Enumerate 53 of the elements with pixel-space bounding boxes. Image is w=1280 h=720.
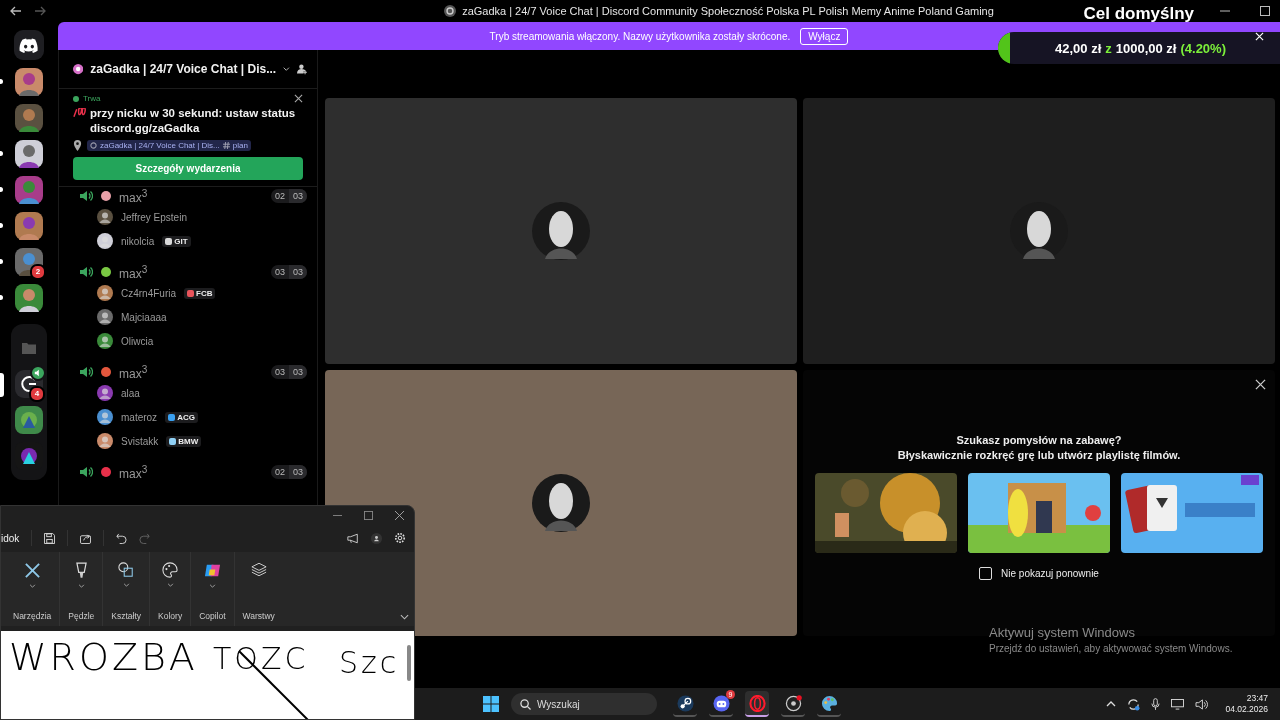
checkbox-label[interactable]: Nie pokazuj ponownie xyxy=(1001,568,1099,579)
goal-amount: 42,00 zł xyxy=(1055,40,1102,56)
notification-badge: 4 xyxy=(29,386,45,402)
member-name[interactable]: nikolcia xyxy=(121,235,155,247)
tag-label: BMW xyxy=(178,436,199,446)
group-label: Copilot xyxy=(199,611,226,621)
member-name[interactable]: Jeffrey Epstein xyxy=(121,211,187,223)
notification-badge: 2 xyxy=(30,264,46,280)
member-name[interactable]: alaa xyxy=(121,387,140,399)
tag-label: FCB xyxy=(196,288,213,298)
handwritten-text: WROZBA xyxy=(9,635,198,679)
search-field[interactable]: Wyszukaj xyxy=(511,693,657,715)
group-label: Warstwy xyxy=(242,611,275,621)
member-name[interactable]: Majciaaaa xyxy=(121,311,167,323)
member-name[interactable]: Oliwcia xyxy=(121,335,154,347)
goal-target: 1000,00 zł xyxy=(1115,40,1177,56)
location-chip[interactable]: zaGadka | 24/7 Voice Chat | Dis... plan xyxy=(87,140,251,151)
disable-button[interactable]: Wyłącz xyxy=(800,27,849,45)
group-label: Kolory xyxy=(158,611,183,621)
location-text: zaGadka | 24/7 Voice Chat | Dis... xyxy=(100,141,220,150)
clock-date[interactable]: 04.02.2026 xyxy=(1225,704,1268,715)
activation-text: Przejdź do ustawień, aby aktywować system Windows. xyxy=(989,643,1233,654)
activity-title: Szukasz pomysłów na zabawę? xyxy=(956,433,1122,448)
window-title: zaGadka | 24/7 Voice Chat | Discord Community Społeczność Polska PL Polish Memy Anime Poland Gaming xyxy=(462,5,994,17)
channel-name[interactable]: max$^{3}$ xyxy=(119,263,148,281)
handwritten-text: Szc xyxy=(339,645,400,680)
user-count: 03 03 xyxy=(270,265,307,279)
event-title: przy nicku w 30 sekund: ustaw status discord.gg/zaGadka xyxy=(90,106,297,136)
tag-label: GIT xyxy=(174,236,188,246)
event-status: Trwa xyxy=(83,94,101,103)
goal-title: Cel domyślny xyxy=(1083,4,1194,24)
member-name[interactable]: Cz4rn4Furia xyxy=(121,287,177,299)
channel-name[interactable]: max$^{3}$ xyxy=(119,463,148,481)
user-count: 03 03 xyxy=(270,365,307,379)
goal-separator: z xyxy=(1105,40,1112,56)
clock-time[interactable]: 23:47 xyxy=(1246,693,1268,704)
activity-subtitle: Błyskawicznie rozkręć grę lub utwórz playlistę filmów. xyxy=(897,448,1181,463)
activation-title: Aktywuj system Windows xyxy=(989,625,1136,640)
channel-name[interactable]: max$^{3}$ xyxy=(119,363,148,381)
banner-text: Tryb streamowania włączony. Nazwy użytkownika zostały skrócone. xyxy=(489,30,791,42)
group-label: Narzędzia xyxy=(13,611,52,621)
view-menu[interactable]: idok xyxy=(1,532,20,544)
goal-percent: (4.20%) xyxy=(1180,40,1226,56)
group-label: Kształty xyxy=(111,611,142,621)
channel-name[interactable]: max$^{3}$ xyxy=(119,187,148,205)
user-count: 02 03 xyxy=(270,465,307,479)
server-name[interactable]: zaGadka | 24/7 Voice Chat | Dis... xyxy=(90,62,277,76)
member-name[interactable]: Svistakk xyxy=(121,435,159,447)
user-count: 02 03 xyxy=(270,189,307,203)
member-name[interactable]: materoz xyxy=(121,411,158,423)
channel-text: plan xyxy=(232,141,248,150)
tag-label: ACG xyxy=(177,412,195,422)
group-label: Pędzle xyxy=(68,611,95,621)
